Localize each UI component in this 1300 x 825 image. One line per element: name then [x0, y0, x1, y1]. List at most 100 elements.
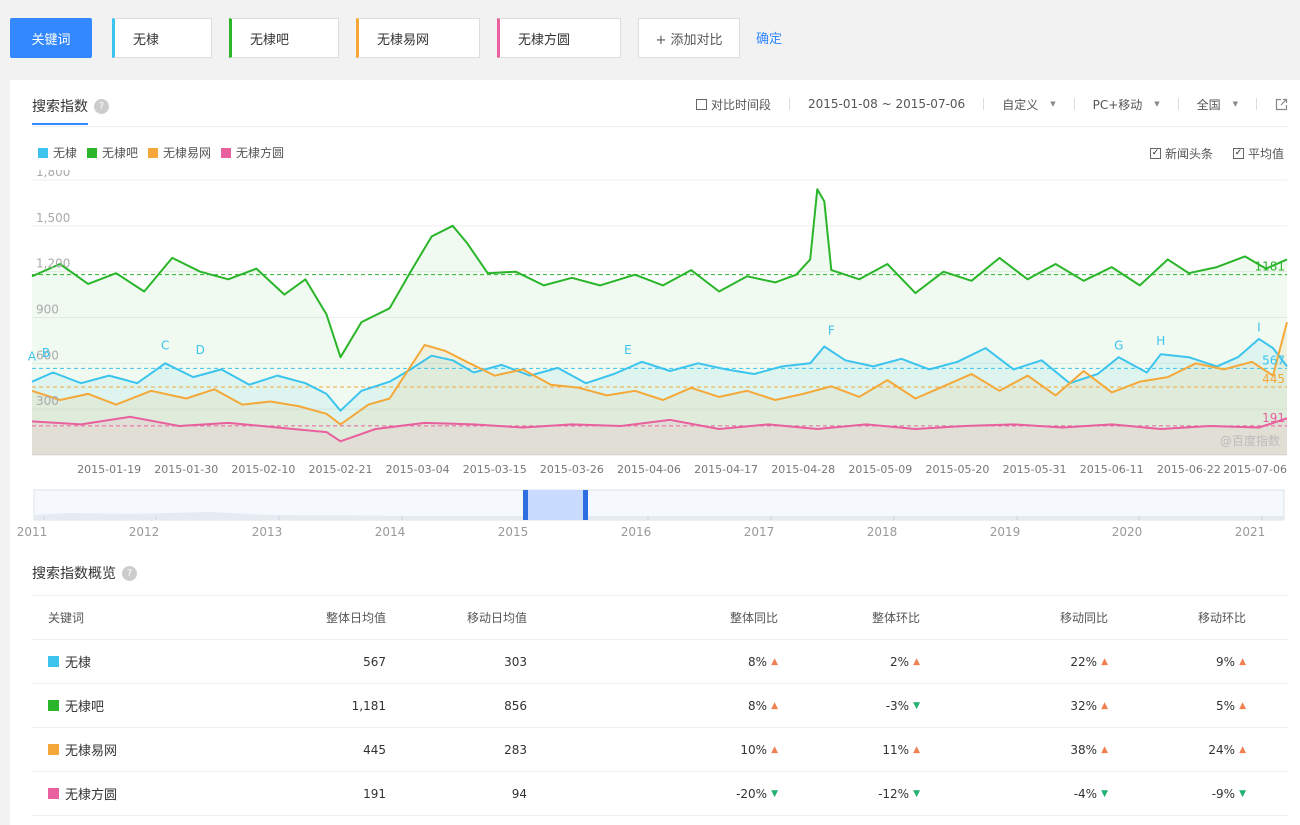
yoy-cell: 10% ▲ [740, 742, 778, 757]
timeline-year-label: 2014 [375, 525, 406, 539]
keyword-cell: 无棣 [48, 640, 91, 683]
device-select[interactable]: PC+移动 ▼ [1093, 96, 1160, 113]
keyword-chip-1[interactable]: 无棣 [112, 18, 212, 58]
header-mobile-yoy: 移动同比 [1059, 611, 1108, 625]
separator [983, 98, 985, 110]
export-button[interactable] [1275, 98, 1288, 111]
help-icon[interactable]: ? [122, 565, 137, 581]
chart-options: ✓ 新闻头条 ✓ 平均值 [1149, 145, 1284, 162]
x-tick-label: 2015-06-11 [1080, 463, 1144, 476]
x-tick-label: 2015-05-20 [926, 463, 990, 476]
timeline-handle-left[interactable] [523, 490, 528, 520]
keyword-chip-3[interactable]: 无棣易网 [356, 18, 480, 58]
news-marker[interactable]: E [624, 343, 632, 357]
timeline-year-label: 2016 [621, 525, 652, 539]
checkbox-checked-icon[interactable]: ✓ [1232, 148, 1244, 159]
y-tick-label: 1,500 [36, 211, 70, 225]
yoy-cell: -20% ▼ [736, 786, 778, 801]
timeline-handle-right[interactable] [583, 490, 588, 520]
separator [1256, 98, 1258, 110]
mom-cell: -3% ▼ [885, 698, 920, 713]
confirm-link[interactable]: 确定 [756, 28, 782, 47]
arrow-up-icon: ▲ [1239, 700, 1246, 711]
keyword-swatch [48, 788, 59, 799]
mobile-avg-cell: 283 [504, 742, 527, 757]
average-label: 1181 [1254, 260, 1285, 274]
arrow-down-icon: ▼ [1239, 788, 1246, 799]
x-tick-label: 2015-04-06 [617, 463, 681, 476]
timeline-year-label: 2013 [252, 525, 283, 539]
timeline-selection[interactable] [525, 490, 586, 520]
compare-period-toggle[interactable]: 对比时间段 [696, 96, 771, 113]
total-avg-cell: 1,181 [351, 698, 386, 713]
separator [789, 98, 791, 110]
keyword-chip-4[interactable]: 无棣方圆 [497, 18, 621, 58]
arrow-up-icon: ▲ [1239, 656, 1246, 667]
search-index-title: 搜索指数 ? [32, 96, 109, 116]
timeline-year-label: 2015 [498, 525, 529, 539]
x-tick-label: 2015-04-17 [694, 463, 758, 476]
header-keyword: 关键词 [48, 611, 85, 625]
legend-item-1[interactable]: 无棣 [38, 144, 77, 161]
table-row: 无棣 567 303 8% ▲ 2% ▲ 22% ▲ 9% ▲ [32, 640, 1288, 684]
help-icon[interactable]: ? [94, 98, 109, 114]
news-marker[interactable]: G [1114, 339, 1123, 353]
mom-cell: -12% ▼ [878, 786, 920, 801]
checkbox-icon[interactable] [696, 98, 707, 110]
header-mobile-avg: 移动日均值 [466, 611, 527, 625]
arrow-down-icon: ▼ [1101, 788, 1108, 799]
mobile-yoy-cell: 32% ▲ [1070, 698, 1108, 713]
news-marker[interactable]: C [161, 339, 169, 353]
table-header-row: 关键词 整体日均值 移动日均值 整体同比 整体环比 移动同比 移动环比 [32, 595, 1288, 640]
y-tick-label: 300 [36, 394, 59, 408]
arrow-up-icon: ▲ [771, 700, 778, 711]
search-index-panel: 搜索指数 ? 对比时间段 2015-01-08 ~ 2015-07-06 自定义… [10, 80, 1300, 825]
timeline-year-label: 2019 [990, 525, 1021, 539]
news-marker[interactable]: H [1156, 334, 1165, 348]
keyword-chip-2[interactable]: 无棣吧 [229, 18, 339, 58]
x-tick-label: 2015-04-28 [771, 463, 835, 476]
news-marker[interactable]: A [28, 349, 37, 363]
legend-item-3[interactable]: 无棣易网 [148, 144, 211, 161]
arrow-up-icon: ▲ [771, 656, 778, 667]
keyword-swatch [48, 656, 59, 667]
checkbox-checked-icon[interactable]: ✓ [1149, 148, 1161, 159]
add-compare-button[interactable]: + 添加对比 [638, 18, 740, 58]
x-tick-label: 2015-02-21 [309, 463, 373, 476]
news-marker[interactable]: B [42, 346, 50, 360]
timeline-year-label: 2018 [867, 525, 898, 539]
news-marker[interactable]: I [1257, 320, 1261, 334]
average-toggle[interactable]: ✓ 平均值 [1232, 145, 1284, 162]
mobile-avg-cell: 303 [504, 654, 527, 669]
y-tick-label: 900 [36, 303, 59, 317]
keyword-swatch [48, 744, 59, 755]
date-range-picker[interactable]: 2015-01-08 ~ 2015-07-06 [808, 97, 965, 111]
x-tick-label: 2015-06-22 [1157, 463, 1221, 476]
legend-swatch [148, 147, 159, 158]
keyword-cell: 无棣方圆 [48, 772, 117, 815]
news-marker[interactable]: D [196, 343, 205, 357]
timeline-year-label: 2021 [1235, 525, 1266, 539]
legend-item-4[interactable]: 无棣方圆 [221, 144, 284, 161]
x-tick-label: 2015-02-10 [231, 463, 295, 476]
region-select[interactable]: 全国 ▼ [1197, 96, 1238, 113]
news-marker[interactable]: F [828, 323, 835, 337]
timeline-year-label: 2012 [129, 525, 160, 539]
arrow-up-icon: ▲ [913, 656, 920, 667]
custom-range-select[interactable]: 自定义 ▼ [1002, 96, 1055, 113]
overview-table: 关键词 整体日均值 移动日均值 整体同比 整体环比 移动同比 移动环比 无棣 56… [32, 595, 1288, 816]
legend-item-2[interactable]: 无棣吧 [87, 144, 138, 161]
header-divider [32, 126, 1288, 127]
separator [1073, 98, 1075, 110]
separator [1177, 98, 1179, 110]
search-index-chart[interactable]: 1,8001,5001,200900600300 2015-01-19 2015-… [10, 170, 1300, 480]
keyword-tab[interactable]: 关键词 [10, 18, 92, 58]
chart-legend: 无棣 无棣吧 无棣易网 无棣方圆 [38, 144, 284, 161]
timeline-brush[interactable]: 2011 2012 2013 2014 2015 2016 2017 2018 2019 2020… [10, 485, 1300, 545]
timeline-year-label: 2011 [17, 525, 48, 539]
arrow-up-icon: ▲ [1239, 744, 1246, 755]
keyword-swatch [48, 700, 59, 711]
header-mobile-mom: 移动环比 [1197, 611, 1246, 625]
news-toggle[interactable]: ✓ 新闻头条 [1149, 145, 1213, 162]
external-link-icon[interactable] [1275, 98, 1288, 111]
